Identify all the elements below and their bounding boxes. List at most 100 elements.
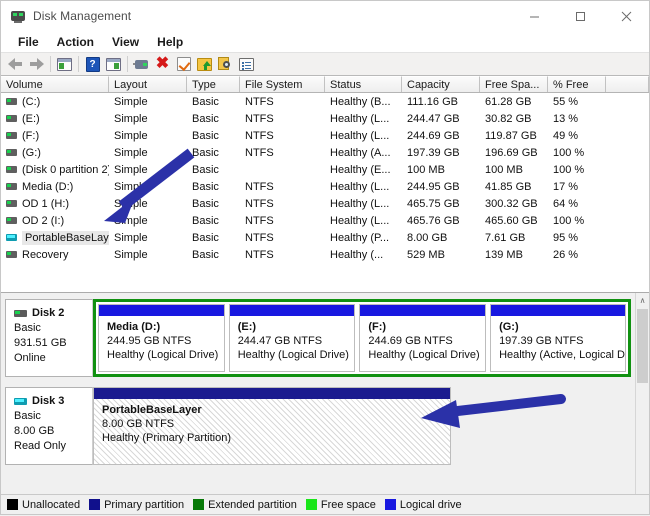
table-row[interactable]: (G:) Simple Basic NTFS Healthy (A... 197.39 G… [1,144,649,161]
legend-label: Free space [320,498,376,511]
portable-base-layer-icon [14,397,27,405]
help-button[interactable]: ? [82,54,103,74]
cell-layout: Simple [114,95,148,108]
cell-capacity: 244.69 GB [407,129,460,142]
disk-row-disk-2[interactable]: Disk 2 Basic 931.51 GB Online Media (D:)… [5,299,631,377]
column-header-percent-free[interactable]: % Free [548,76,606,92]
cell-file-system: NTFS [245,146,274,159]
cell-layout: Simple [114,214,148,227]
cell-status: Healthy (P... [330,231,390,244]
help-question-icon: ? [85,56,100,72]
forward-button[interactable] [26,54,47,74]
column-header-type[interactable]: Type [187,76,240,92]
cell-percent-free: 17 % [553,180,579,193]
cell-file-system: NTFS [245,180,274,193]
column-header-file-system[interactable]: File System [240,76,325,92]
read-only-hatch-pattern: PortableBaseLayer 8.00 GB NTFS Healthy (… [94,399,450,464]
table-row[interactable]: OD 2 (I:) Simple Basic NTFS Healthy (L... 465… [1,212,649,229]
back-button[interactable] [5,54,26,74]
cell-layout: Simple [114,197,148,210]
table-row[interactable]: (F:) Simple Basic NTFS Healthy (L... 244.69 G… [1,127,649,144]
cell-file-system: NTFS [245,248,274,261]
menu-view[interactable]: View [103,33,148,51]
extend-volume-button[interactable] [194,54,215,74]
folder-up-icon [197,57,212,71]
cell-layout: Simple [114,112,148,125]
legend-swatch [89,499,101,510]
table-row[interactable]: PortableBaseLayer Simple Basic NTFS Healthy … [1,229,649,246]
disk-management-window: Disk Management File Action View Help ? … [0,0,650,515]
disk-row-disk-3[interactable]: Disk 3 Basic 8.00 GB Read Only PortableB… [5,387,631,465]
menu-file[interactable]: File [9,33,48,51]
disk-info-disk-2[interactable]: Disk 2 Basic 931.51 GB Online [5,299,93,377]
portable-base-layer-icon [6,234,17,241]
volume-name-label: (C:) [22,95,41,108]
volume-status: Healthy (Active, Logical D [499,349,626,361]
examine-button[interactable] [215,54,236,74]
minimize-button[interactable] [511,1,557,31]
volume-list-rows: (C:) Simple Basic NTFS Healthy (B... 111.16 G… [1,93,649,292]
table-row[interactable]: Recovery Simple Basic NTFS Healthy (... 529 M… [1,246,649,263]
scroll-up-arrow[interactable]: ∧ [636,293,649,307]
column-header-extra[interactable] [606,76,649,92]
volume-box-g[interactable]: (G:) 197.39 GB NTFS Healthy (Active, Log… [490,304,627,372]
cell-volume: Recovery [1,249,109,261]
table-row[interactable]: (E:) Simple Basic NTFS Healthy (L... 244.47 G… [1,110,649,127]
column-header-free-space[interactable]: Free Spa... [480,76,548,92]
maximize-button[interactable] [557,1,603,31]
column-header-layout[interactable]: Layout [109,76,187,92]
volume-box-e[interactable]: (E:) 244.47 GB NTFS Healthy (Logical Dri… [228,304,356,372]
menu-action[interactable]: Action [48,33,103,51]
disk-info-disk-3[interactable]: Disk 3 Basic 8.00 GB Read Only [5,387,93,465]
table-row[interactable]: (C:) Simple Basic NTFS Healthy (B... 111.16 G… [1,93,649,110]
cell-layout: Simple [114,163,148,176]
volume-box-portablebaselayer[interactable]: PortableBaseLayer 8.00 GB NTFS Healthy (… [93,387,451,465]
window-controls [511,1,649,31]
properties-button[interactable] [236,54,257,74]
show-hide-console-tree-button[interactable] [54,54,75,74]
cell-volume: (G:) [1,147,109,159]
delete-button[interactable]: ✖ [152,54,173,74]
menu-bar: File Action View Help [1,31,649,53]
cell-capacity: 100 MB [407,163,445,176]
volume-box-f[interactable]: (F:) 244.69 GB NTFS Healthy (Logical Dri… [359,304,487,372]
drive-icon [6,183,17,190]
column-header-capacity[interactable]: Capacity [402,76,480,92]
menu-help[interactable]: Help [148,33,192,51]
table-row[interactable]: Media (D:) Simple Basic NTFS Healthy (L... 24… [1,178,649,195]
cell-file-system: NTFS [245,112,274,125]
toolbar-separator-1 [50,56,51,72]
table-row[interactable]: OD 1 (H:) Simple Basic NTFS Healthy (L... 465… [1,195,649,212]
column-header-volume[interactable]: Volume [1,76,109,92]
rescan-disks-button[interactable] [131,54,152,74]
close-button[interactable] [603,1,649,31]
table-row[interactable]: (Disk 0 partition 2) Simple Basic Healthy (… [1,161,649,178]
properties-icon [239,57,254,71]
legend-label: Primary partition [104,498,185,511]
cell-capacity: 529 MB [407,248,445,261]
disk-icon [133,59,150,70]
cell-percent-free: 100 % [553,163,585,176]
column-header-status[interactable]: Status [325,76,402,92]
magnifier-icon [218,57,233,71]
disk-name-disk-3: Disk 3 [14,395,92,407]
cell-type: Basic [192,231,219,244]
graphical-view-scrollbar[interactable]: ∧ [635,293,649,494]
volume-capacity-bar [94,388,450,399]
extended-partition-container: Media (D:) 244.95 GB NTFS Healthy (Logic… [93,299,631,377]
volume-capacity-bar [99,305,224,316]
check-button[interactable] [173,54,194,74]
cell-status: Healthy (A... [330,146,391,159]
cell-type: Basic [192,146,219,159]
console-tree-icon [57,57,72,71]
cell-type: Basic [192,112,219,125]
disk-2-volumes: Media (D:) 244.95 GB NTFS Healthy (Logic… [93,299,631,377]
volume-box-media-d[interactable]: Media (D:) 244.95 GB NTFS Healthy (Logic… [98,304,225,372]
window-title: Disk Management [33,9,132,23]
cell-type: Basic [192,163,219,176]
show-hide-action-pane-button[interactable] [103,54,124,74]
cell-percent-free: 95 % [553,231,579,244]
cell-free-space: 100 MB [485,163,523,176]
cell-status: Healthy (E... [330,163,391,176]
scrollbar-thumb[interactable] [637,309,648,383]
